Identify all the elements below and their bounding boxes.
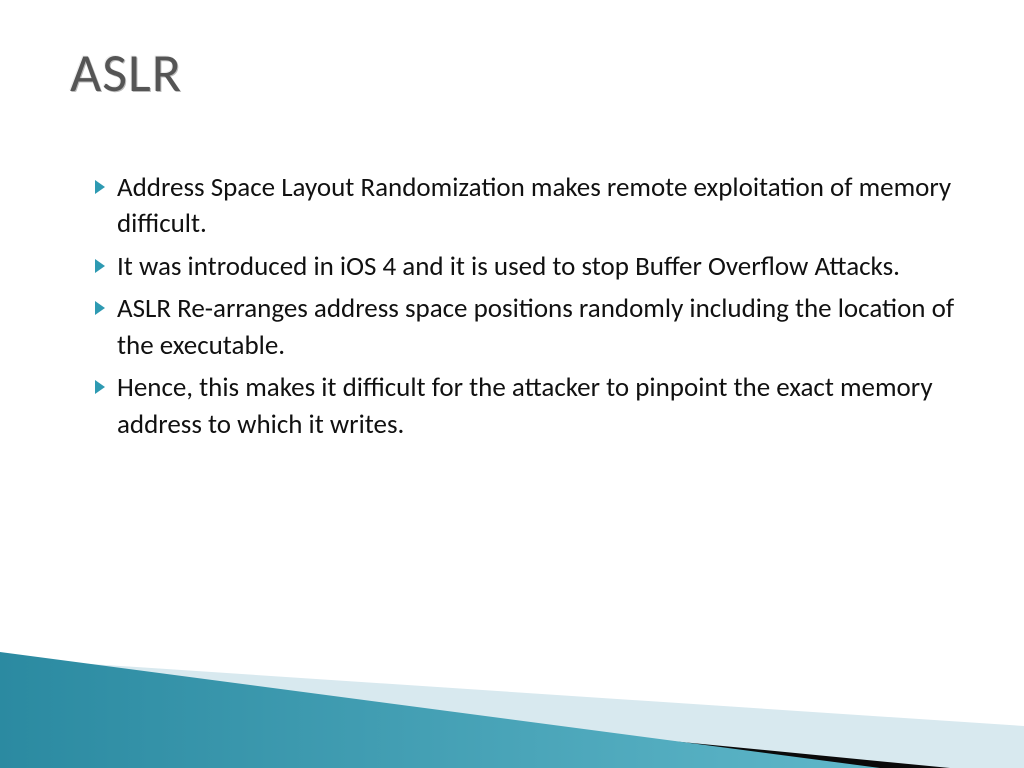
bullet-text: Address Space Layout Randomization makes… <box>117 170 964 243</box>
bullet-text: ASLR Re-arranges address space positions… <box>117 291 964 364</box>
slide-title: ASLR <box>70 40 182 106</box>
bullet-triangle-icon <box>95 291 117 315</box>
bullet-text: It was introduced in iOS 4 and it is use… <box>117 249 964 285</box>
list-item: Hence, this makes it difficult for the a… <box>95 370 964 443</box>
slide-body: Address Space Layout Randomization makes… <box>95 170 964 449</box>
bullet-triangle-icon <box>95 370 117 394</box>
slide: ASLR Address Space Layout Randomization … <box>0 0 1024 768</box>
bullet-triangle-icon <box>95 249 117 273</box>
list-item: ASLR Re-arranges address space positions… <box>95 291 964 364</box>
bullet-text: Hence, this makes it difficult for the a… <box>117 370 964 443</box>
list-item: It was introduced in iOS 4 and it is use… <box>95 249 964 285</box>
footer-decoration <box>0 598 1024 768</box>
bullet-triangle-icon <box>95 170 117 194</box>
list-item: Address Space Layout Randomization makes… <box>95 170 964 243</box>
